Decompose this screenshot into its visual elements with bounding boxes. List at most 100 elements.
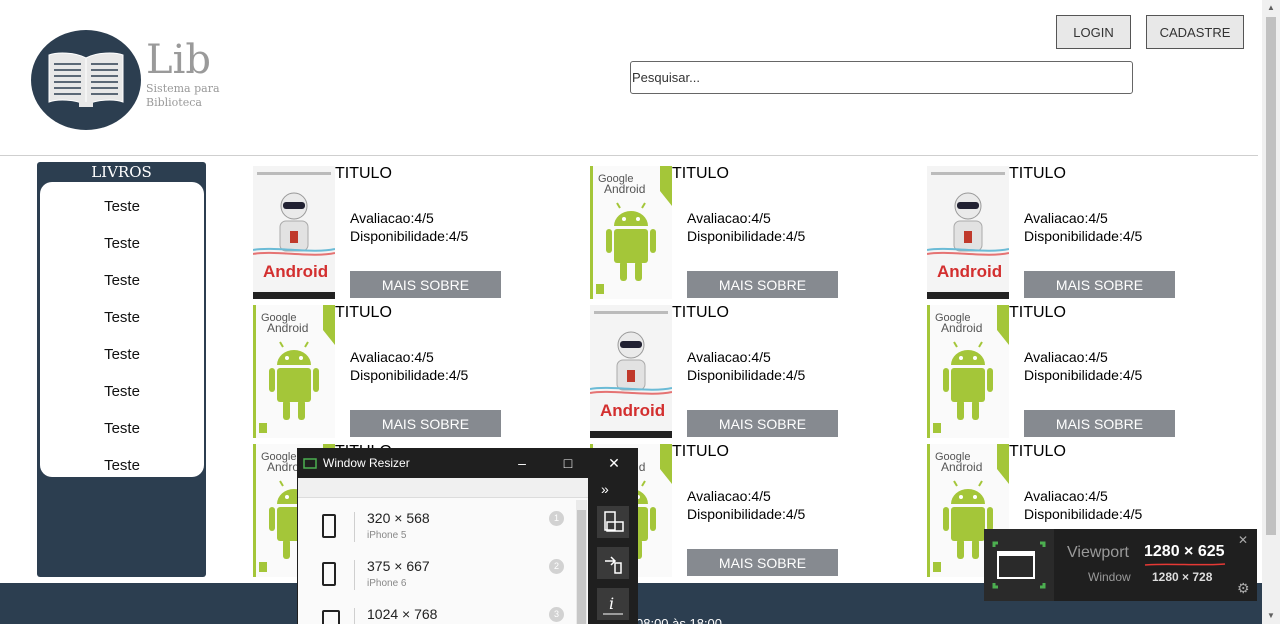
book-card: GoogleAndroidTITULO Avaliacao:4/5 Disponib…	[927, 301, 1227, 440]
tablet-icon	[322, 610, 340, 624]
book-cover[interactable]: GoogleAndroid	[590, 166, 672, 299]
sidebar-list: Teste Teste Teste Teste Teste Teste Test…	[40, 182, 204, 477]
cover-name: Android	[604, 182, 645, 196]
logo-emblem	[31, 30, 141, 130]
book-cover-robot: Android	[590, 305, 672, 438]
cover-name: Android	[267, 321, 308, 335]
window-resizer-header: Window Resizer – □ ✕	[297, 448, 638, 478]
book-cover[interactable]: GoogleAndroid	[927, 305, 1009, 438]
info-icon[interactable]: i	[597, 588, 629, 620]
sidebar-title: LIVROS	[91, 163, 152, 181]
more-info-button[interactable]: MAIS SOBRE	[1024, 410, 1175, 437]
book-availability: Disponibilidade:4/5	[687, 228, 806, 244]
book-title: TITULO	[672, 304, 729, 321]
book-title: TITULO	[1009, 304, 1066, 321]
book-cover-robot: Android	[927, 166, 1009, 299]
scrollbar-thumb[interactable]	[1266, 17, 1276, 535]
resizer-logo-icon	[303, 458, 317, 469]
window-resizer-title: Window Resizer	[323, 456, 410, 470]
book-card: GoogleAndroidTITULO Avaliacao:4/5 Disponib…	[590, 162, 890, 301]
book-card: Android TITULO Avaliacao:4/5 Disponibilidad…	[590, 301, 890, 440]
divider	[354, 512, 355, 542]
book-cover-android: GoogleAndroid	[927, 305, 1009, 438]
corner-brackets-icon	[992, 541, 1046, 589]
window-resizer-popup: Window Resizer – □ ✕ 320 × 568 iPhone 5 …	[297, 448, 638, 624]
sidebar-item[interactable]: Teste	[40, 346, 204, 363]
page-scrollbar[interactable]: ▲ ▼	[1262, 0, 1280, 624]
logo-title: Lib	[146, 37, 211, 83]
viewport-label: Viewport	[1067, 544, 1129, 561]
book-availability: Disponibilidade:4/5	[350, 228, 469, 244]
preset-item[interactable]: 1024 × 768 3	[298, 600, 573, 624]
more-info-button[interactable]: MAIS SOBRE	[687, 271, 838, 298]
open-book-icon	[48, 52, 124, 107]
book-card: GoogleAndroidTITULO Avaliacao:4/5 Disponib…	[253, 301, 553, 440]
sidebar-item[interactable]: Teste	[40, 272, 204, 289]
login-button[interactable]: LOGIN	[1056, 15, 1131, 49]
footer-hours: 08:00 às 18:00	[636, 616, 723, 624]
book-availability: Disponibilidade:4/5	[687, 506, 806, 522]
book-title: TITULO	[672, 443, 729, 460]
preset-device: iPhone 6	[367, 578, 407, 589]
book-cover-robot: Android	[253, 166, 335, 299]
sidebar-item[interactable]: Teste	[40, 235, 204, 252]
minimize-icon[interactable]: –	[513, 454, 531, 472]
sidebar-item[interactable]: Teste	[40, 457, 204, 474]
book-availability: Disponibilidade:4/5	[1024, 367, 1143, 383]
preset-item[interactable]: 375 × 667 iPhone 6 2	[298, 552, 573, 600]
search-input[interactable]	[630, 61, 1133, 94]
viewport-value: 1280 × 625	[1144, 543, 1225, 560]
book-availability: Disponibilidade:4/5	[1024, 506, 1143, 522]
preset-index-badge: 1	[549, 511, 564, 526]
logo-subtitle: Sistema para Biblioteca	[146, 82, 220, 109]
sidebar-item[interactable]: Teste	[40, 383, 204, 400]
close-icon[interactable]: ✕	[605, 454, 623, 472]
red-underline-mark	[1144, 563, 1226, 566]
preset-scroll-thumb[interactable]	[577, 510, 586, 624]
book-rating: Avaliacao:4/5	[687, 488, 771, 504]
book-cover-android: GoogleAndroid	[253, 305, 335, 438]
book-card: Android TITULO Avaliacao:4/5 Disponibilidad…	[927, 162, 1227, 301]
viewport-badge: Viewport 1280 × 625 Window 1280 × 728 ✕ …	[984, 529, 1257, 601]
book-cover[interactable]: GoogleAndroid	[253, 305, 335, 438]
more-info-button[interactable]: MAIS SOBRE	[350, 271, 501, 298]
resize-arrow-icon[interactable]	[597, 547, 629, 579]
expand-chevrons-icon[interactable]: »	[601, 481, 609, 497]
sidebar-item[interactable]: Teste	[40, 198, 204, 215]
more-info-button[interactable]: MAIS SOBRE	[687, 410, 838, 437]
register-button[interactable]: CADASTRE	[1146, 15, 1244, 49]
preset-index-badge: 3	[549, 607, 564, 622]
window-value: 1280 × 728	[1152, 570, 1213, 584]
book-rating: Avaliacao:4/5	[1024, 349, 1108, 365]
book-cover-android: GoogleAndroid	[590, 166, 672, 299]
book-cover[interactable]: Android	[253, 166, 335, 299]
preset-index-badge: 2	[549, 559, 564, 574]
book-title: TITULO	[672, 165, 729, 182]
svg-text:i: i	[609, 594, 614, 613]
more-info-button[interactable]: MAIS SOBRE	[350, 410, 501, 437]
cover-name: Android	[937, 262, 1002, 281]
book-cover[interactable]: Android	[927, 166, 1009, 299]
sidebar: LIVROS Teste Teste Teste Teste Teste Tes…	[37, 162, 206, 577]
close-icon[interactable]: ✕	[1238, 533, 1248, 547]
book-title: TITULO	[335, 165, 392, 182]
book-title: TITULO	[1009, 165, 1066, 182]
more-info-button[interactable]: MAIS SOBRE	[1024, 271, 1175, 298]
book-rating: Avaliacao:4/5	[350, 349, 434, 365]
sidebar-item[interactable]: Teste	[40, 309, 204, 326]
sidebar-item[interactable]: Teste	[40, 420, 204, 437]
scroll-up-arrow-icon[interactable]: ▲	[1266, 3, 1276, 13]
scroll-down-arrow-icon[interactable]: ▼	[1266, 611, 1276, 621]
rotate-viewport-icon[interactable]	[597, 506, 629, 538]
preset-size: 375 × 667	[367, 558, 430, 574]
book-cover[interactable]: Android	[590, 305, 672, 438]
gear-icon[interactable]: ⚙	[1237, 580, 1250, 597]
preset-item[interactable]: 320 × 568 iPhone 5 1	[298, 504, 573, 552]
book-card: Android TITULO Avaliacao:4/5 Disponibilidad…	[253, 162, 553, 301]
more-info-button[interactable]: MAIS SOBRE	[687, 549, 838, 576]
phone-icon	[322, 562, 336, 586]
maximize-icon[interactable]: □	[559, 454, 577, 472]
book-availability: Disponibilidade:4/5	[687, 367, 806, 383]
preset-list-scrollbar[interactable]	[576, 500, 587, 624]
preset-size: 1024 × 768	[367, 606, 438, 622]
